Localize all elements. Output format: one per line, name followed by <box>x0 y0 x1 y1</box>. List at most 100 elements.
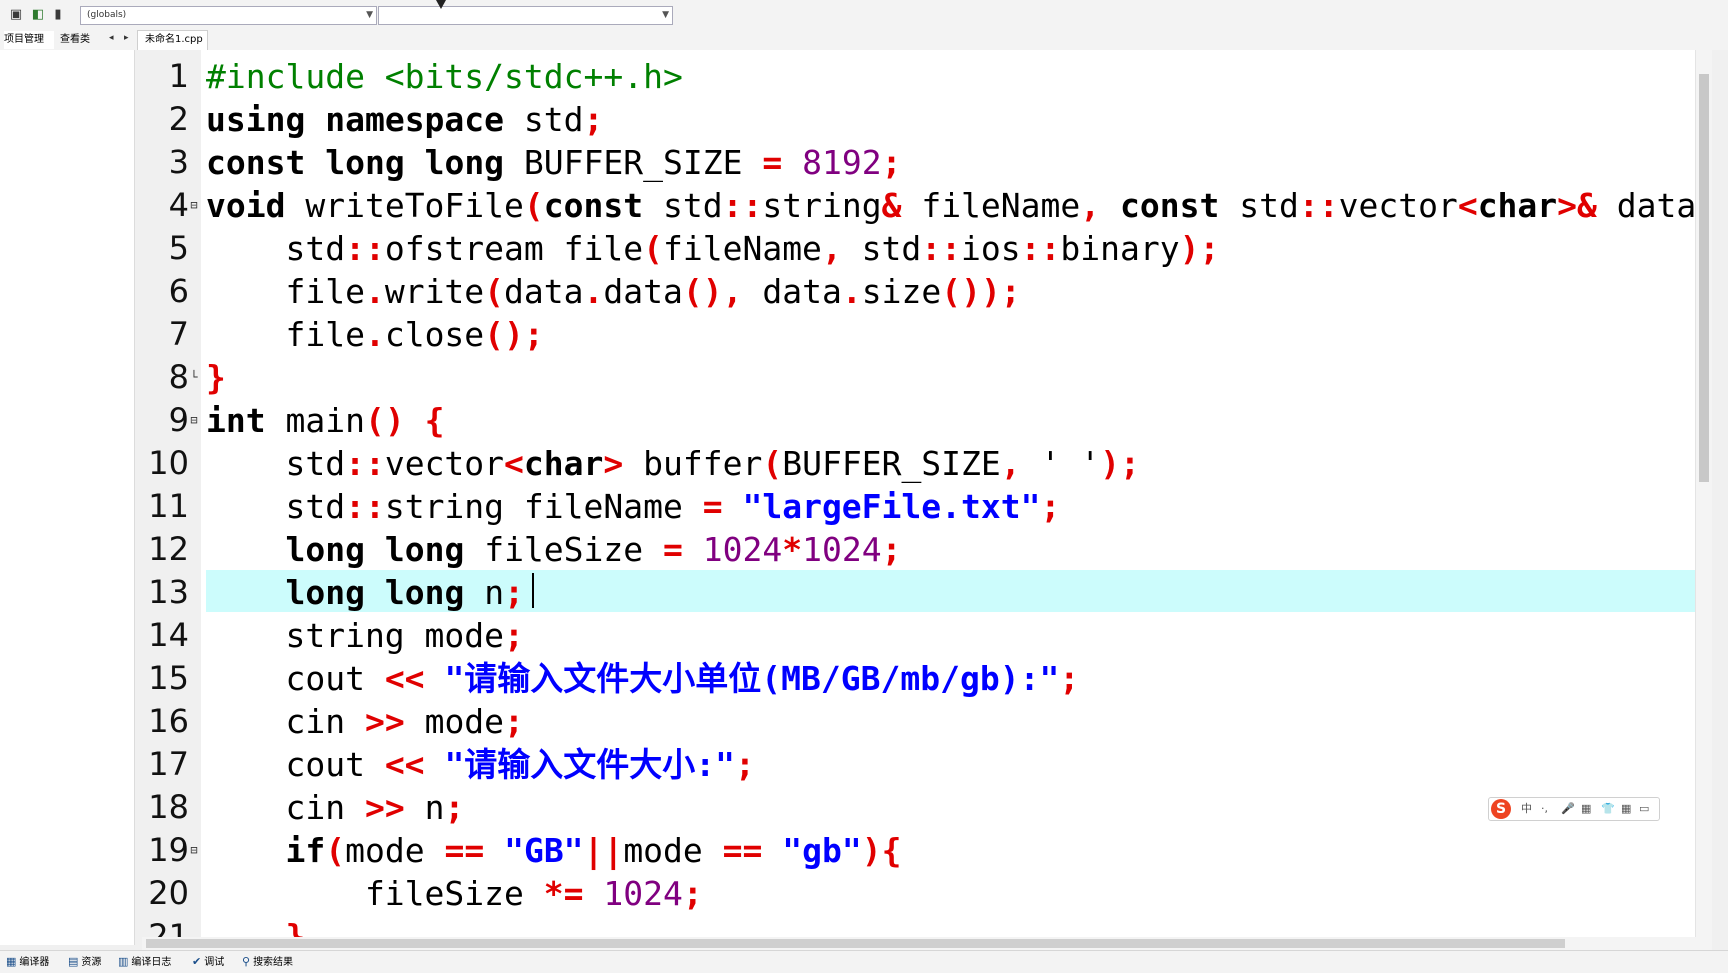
compile-log-icon: ▥ <box>118 955 129 968</box>
tab-scroll-right-icon[interactable]: ▸ <box>124 33 129 43</box>
code-line[interactable]: 6 file.write(data.data(), data.size()); <box>142 270 1712 313</box>
code-text: const long long BUFFER_SIZE = 8192; <box>206 141 901 184</box>
code-token: ; <box>504 616 524 655</box>
code-token: long <box>424 143 505 182</box>
code-token: data <box>742 272 842 311</box>
code-token: } <box>206 358 226 397</box>
code-token: ; <box>682 874 703 913</box>
fold-marker-icon[interactable]: └ <box>189 356 199 399</box>
fold-marker-icon[interactable]: ⊟ <box>189 829 199 872</box>
fold-marker-icon[interactable]: ⊟ <box>189 184 199 227</box>
code-line[interactable]: 1 #include <bits/stdc++.h> <box>142 55 1712 98</box>
ime-punctuation-icon[interactable]: ·, <box>1541 798 1548 820</box>
code-line[interactable]: 8 └} <box>142 356 1712 399</box>
code-token: long <box>384 530 465 569</box>
ime-toolbox-icon[interactable]: ▦ <box>1621 798 1631 820</box>
chevron-down-icon[interactable]: ▼ <box>366 7 373 24</box>
code-token: ); <box>1100 444 1140 483</box>
ime-keyboard-icon[interactable]: ▦ <box>1581 798 1591 820</box>
class-view-icon[interactable]: ▣ <box>8 7 24 23</box>
code-token: ; <box>1040 487 1061 526</box>
code-line[interactable]: 4 ⊟ void writeToFile(const std::string& fi… <box>142 184 1712 227</box>
code-token: std <box>841 229 922 268</box>
code-editor[interactable]: 1 #include <bits/stdc++.h> 2 using namespac… <box>142 50 1712 937</box>
code-token: vector <box>1338 186 1458 225</box>
code-text: } <box>206 915 305 937</box>
code-token: ; <box>504 702 524 741</box>
code-line[interactable]: 7 file.close(); <box>142 313 1712 356</box>
tab-debug[interactable]: ✔ 调试 <box>192 954 224 971</box>
code-line[interactable]: 12 long long fileSize = 1024*1024; <box>142 528 1712 571</box>
tab-resources[interactable]: ▤ 资源 <box>68 954 101 971</box>
line-number: 7 <box>168 315 189 353</box>
horizontal-scroll-thumb[interactable] <box>146 939 1565 948</box>
code-token: ; <box>735 745 755 784</box>
code-token: :: <box>1298 186 1339 225</box>
tab-resources-label: 资源 <box>81 957 102 968</box>
chevron-down-icon[interactable]: ▼ <box>662 7 669 24</box>
code-token: cin <box>206 702 365 741</box>
code-line[interactable]: 17 cout << "请输入文件大小:"; <box>142 743 1712 786</box>
code-token: std <box>504 100 584 139</box>
ime-voice-icon[interactable]: 🎤 <box>1561 798 1575 820</box>
code-line[interactable]: 10 std::vector<char> buffer(BUFFER_SIZE,… <box>142 442 1712 485</box>
code-token: :: <box>722 186 763 225</box>
code-text: file.close(); <box>206 313 543 356</box>
code-token: file <box>206 272 365 311</box>
ime-chinese-mode[interactable]: 中 <box>1521 798 1532 820</box>
code-token: long <box>285 573 365 612</box>
scope-combo[interactable]: (globals) ▼ <box>80 6 377 25</box>
code-token: data <box>603 272 683 311</box>
code-line[interactable]: 19 ⊟ if(mode == "GB"||mode == "gb"){ <box>142 829 1712 872</box>
ime-toolbar[interactable]: S 中 ·, 🎤 ▦ 👕 ▦ ▭ <box>1488 797 1660 821</box>
code-token: . <box>364 315 385 354</box>
tab-search-results[interactable]: ⚲ 搜索结果 <box>242 954 293 971</box>
back-icon[interactable]: ◧ <box>30 7 46 23</box>
sogou-logo-icon[interactable]: S <box>1491 799 1511 819</box>
code-token: write <box>384 272 485 311</box>
code-token: string fileName <box>384 487 703 526</box>
code-token: * <box>782 530 803 569</box>
code-token: () <box>364 401 405 440</box>
code-line[interactable]: 5 std::ofstream file(fileName, std::ios:… <box>142 227 1712 270</box>
ime-menu-icon[interactable]: ▭ <box>1639 798 1649 820</box>
code-token: fileSize <box>206 874 544 913</box>
vertical-scroll-thumb[interactable] <box>1699 74 1709 482</box>
fold-marker-icon[interactable]: ⊟ <box>189 399 199 442</box>
code-line[interactable]: 11 std::string fileName = "largeFile.txt… <box>142 485 1712 528</box>
code-line[interactable]: 21 } <box>142 915 1712 937</box>
code-token: long <box>384 573 465 612</box>
code-line[interactable]: 16 cin >> mode; <box>142 700 1712 743</box>
code-token: data <box>504 272 584 311</box>
bookmark-icon[interactable]: ▮ <box>50 7 66 23</box>
tab-project-manager[interactable]: 项目管理 <box>4 31 54 49</box>
code-token: ofstream file <box>384 229 644 268</box>
ime-skin-icon[interactable]: 👕 <box>1601 798 1615 820</box>
vertical-scrollbar[interactable] <box>1695 50 1712 937</box>
tab-scroll-left-icon[interactable]: ◂ <box>109 33 114 43</box>
code-line[interactable]: 14 string mode; <box>142 614 1712 657</box>
horizontal-scrollbar[interactable] <box>142 937 1712 950</box>
file-tab[interactable]: 未命名1.cpp <box>137 30 208 50</box>
code-token: ( <box>523 186 544 225</box>
code-line[interactable]: 9 ⊟ int main() { <box>142 399 1712 442</box>
code-line[interactable]: 18 cin >> n; <box>142 786 1712 829</box>
code-line[interactable]: 13 long long n; <box>142 571 1712 614</box>
tab-compile-log[interactable]: ▥ 编译日志 <box>118 954 171 971</box>
code-line[interactable]: 2 using namespace std; <box>142 98 1712 141</box>
code-token: 1024 <box>702 530 783 569</box>
code-line[interactable]: 20 fileSize *= 1024; <box>142 872 1712 915</box>
code-line[interactable]: 15 cout << "请输入文件大小单位(MB/GB/mb/gb):"; <box>142 657 1712 700</box>
member-combo[interactable]: ▼ <box>378 6 673 25</box>
code-token: ( <box>325 831 346 870</box>
tab-class-view[interactable]: 查看类 <box>60 31 100 49</box>
code-token: close <box>384 315 485 354</box>
code-line[interactable]: 3 const long long BUFFER_SIZE = 8192; <box>142 141 1712 184</box>
code-token: writeToFile <box>285 186 524 225</box>
tab-compiler[interactable]: ▦ 编译器 <box>6 954 49 971</box>
line-number: 15 <box>148 659 189 697</box>
